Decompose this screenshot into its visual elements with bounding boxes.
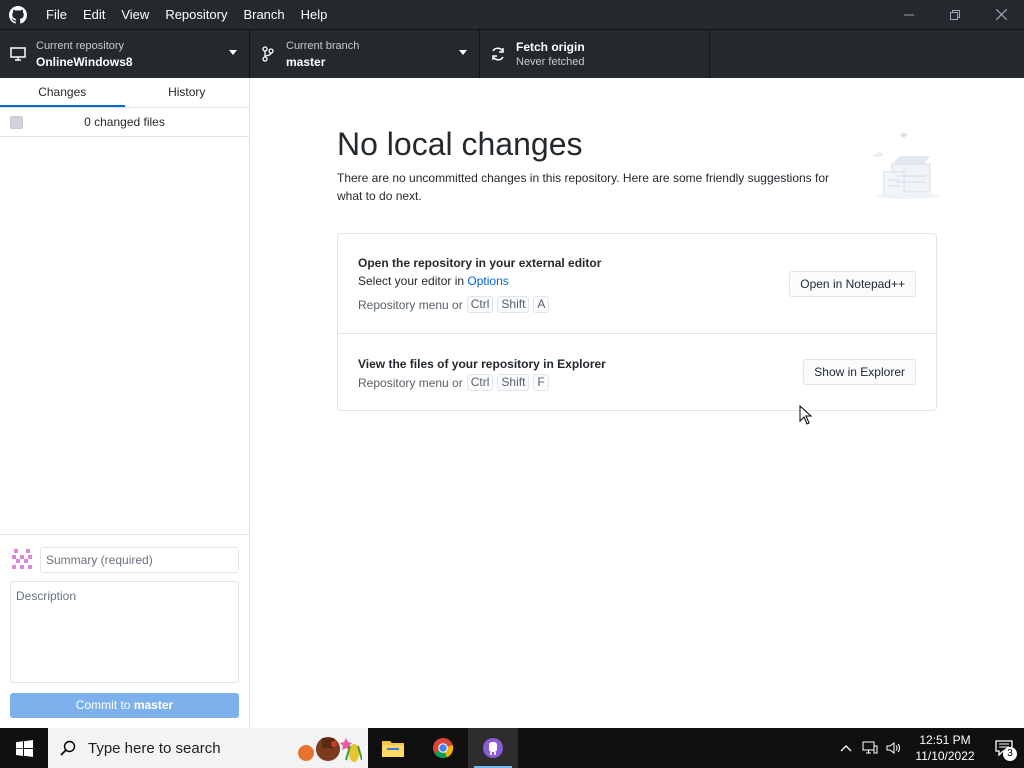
suggestion-description-text: Select your editor in bbox=[358, 274, 465, 288]
sidebar: Changes History 0 changed files Commit t… bbox=[0, 78, 250, 728]
tab-changes[interactable]: Changes bbox=[0, 78, 125, 107]
current-repository-name: OnlineWindows8 bbox=[36, 54, 133, 69]
notification-count-badge: 3 bbox=[1003, 747, 1017, 761]
chevron-down-icon bbox=[459, 50, 467, 55]
github-logo-icon bbox=[0, 0, 36, 29]
menu-branch[interactable]: Branch bbox=[235, 0, 292, 29]
summary-input[interactable] bbox=[40, 547, 239, 573]
current-branch-label: Current branch bbox=[286, 39, 360, 52]
empty-state-illustration bbox=[862, 126, 942, 206]
branch-icon bbox=[250, 46, 286, 62]
options-link[interactable]: Options bbox=[467, 274, 508, 288]
clock-date: 11/10/2022 bbox=[915, 749, 975, 763]
fetch-status: Never fetched bbox=[516, 55, 585, 68]
taskbar-clock[interactable]: 12:51 PM 11/10/2022 bbox=[910, 732, 980, 764]
current-branch-button[interactable]: Current branch master bbox=[250, 30, 480, 78]
monitor-icon bbox=[0, 47, 36, 61]
mouse-cursor-icon bbox=[799, 405, 813, 425]
select-all-checkbox[interactable] bbox=[10, 116, 23, 129]
search-highlight-image bbox=[298, 737, 362, 762]
suggestion-open-editor: Open the repository in your external edi… bbox=[338, 234, 936, 334]
search-placeholder: Type here to search bbox=[88, 739, 221, 757]
shortcut-prefix: Repository menu or bbox=[358, 375, 463, 390]
taskbar-chrome[interactable] bbox=[418, 728, 468, 768]
current-repository-button[interactable]: Current repository OnlineWindows8 bbox=[0, 30, 250, 78]
minimize-button[interactable] bbox=[886, 0, 932, 29]
network-icon bbox=[862, 741, 878, 754]
open-in-editor-button[interactable]: Open in Notepad++ bbox=[789, 271, 916, 297]
network-button[interactable] bbox=[858, 728, 882, 768]
page-title: No local changes bbox=[337, 126, 583, 162]
menu-view[interactable]: View bbox=[113, 0, 157, 29]
toolbar: Current repository OnlineWindows8 Curren… bbox=[0, 29, 1024, 78]
window-controls bbox=[886, 0, 1024, 29]
show-hidden-icons-button[interactable] bbox=[834, 728, 858, 768]
taskbar-file-explorer[interactable] bbox=[368, 728, 418, 768]
sync-icon bbox=[480, 46, 516, 62]
show-in-explorer-button[interactable]: Show in Explorer bbox=[803, 359, 916, 385]
shortcut-prefix: Repository menu or bbox=[358, 297, 463, 312]
menu-file[interactable]: File bbox=[36, 0, 75, 29]
taskbar-github-desktop[interactable] bbox=[468, 728, 518, 768]
commit-button-branch: master bbox=[133, 698, 174, 712]
avatar bbox=[10, 547, 34, 571]
suggestion-show-explorer: View the files of your repository in Exp… bbox=[338, 334, 936, 411]
changes-header: 0 changed files bbox=[0, 108, 249, 137]
key-f: F bbox=[533, 374, 549, 391]
menu-edit[interactable]: Edit bbox=[75, 0, 113, 29]
current-repository-label: Current repository bbox=[36, 39, 125, 52]
taskbar: Type here to search 12:51 PM 11/10/2022 … bbox=[0, 728, 1024, 768]
key-shift: Shift bbox=[497, 374, 530, 391]
search-icon bbox=[48, 740, 88, 756]
file-explorer-icon bbox=[382, 741, 404, 757]
menu-bar: File Edit View Repository Branch Help bbox=[36, 0, 335, 29]
suggestion-title: Open the repository in your external edi… bbox=[358, 256, 602, 270]
fetch-origin-label: Fetch origin bbox=[516, 39, 585, 54]
chevron-down-icon bbox=[229, 50, 237, 55]
menu-help[interactable]: Help bbox=[293, 0, 336, 29]
suggestion-description: Select your editor in Options bbox=[358, 274, 509, 288]
github-desktop-icon bbox=[483, 738, 503, 758]
close-button[interactable] bbox=[978, 0, 1024, 29]
action-center-button[interactable]: 3 bbox=[984, 728, 1024, 768]
system-tray: 12:51 PM 11/10/2022 3 bbox=[834, 728, 1024, 768]
suggestions-panel: Open the repository in your external edi… bbox=[337, 233, 937, 411]
chevron-up-icon bbox=[840, 745, 852, 752]
current-branch-name: master bbox=[286, 54, 326, 69]
title-bar: File Edit View Repository Branch Help bbox=[0, 0, 1024, 29]
start-button[interactable] bbox=[0, 728, 48, 768]
key-a: A bbox=[533, 296, 550, 313]
key-shift: Shift bbox=[497, 296, 530, 313]
commit-area: Commit to master bbox=[0, 534, 249, 728]
maximize-icon bbox=[950, 9, 960, 20]
menu-repository[interactable]: Repository bbox=[157, 0, 235, 29]
taskbar-search[interactable]: Type here to search bbox=[48, 728, 368, 768]
close-icon bbox=[995, 9, 1007, 20]
suggestion-title: View the files of your repository in Exp… bbox=[358, 357, 606, 371]
commit-button-label: Commit to bbox=[75, 698, 131, 712]
chrome-icon bbox=[433, 737, 454, 759]
tab-history[interactable]: History bbox=[125, 78, 250, 107]
changed-files-count: 0 changed files bbox=[84, 115, 165, 129]
fetch-origin-button[interactable]: Fetch origin Never fetched bbox=[480, 30, 710, 78]
key-ctrl: Ctrl bbox=[466, 374, 494, 391]
intro-text: There are no uncommitted changes in this… bbox=[337, 171, 830, 203]
keyboard-shortcut: Repository menu or Ctrl Shift F bbox=[358, 374, 549, 391]
volume-icon bbox=[886, 742, 900, 754]
keyboard-shortcut: Repository menu or Ctrl Shift A bbox=[358, 296, 550, 313]
key-ctrl: Ctrl bbox=[466, 296, 494, 313]
description-input[interactable] bbox=[10, 581, 239, 683]
minimize-icon bbox=[904, 14, 914, 15]
clock-time: 12:51 PM bbox=[919, 733, 971, 747]
volume-button[interactable] bbox=[882, 728, 906, 768]
commit-button[interactable]: Commit to master bbox=[10, 693, 239, 718]
windows-start-icon bbox=[15, 739, 33, 757]
main-content: No local changes There are no uncommitte… bbox=[250, 78, 1024, 728]
sidebar-tabs: Changes History bbox=[0, 78, 249, 108]
maximize-button[interactable] bbox=[932, 0, 978, 29]
